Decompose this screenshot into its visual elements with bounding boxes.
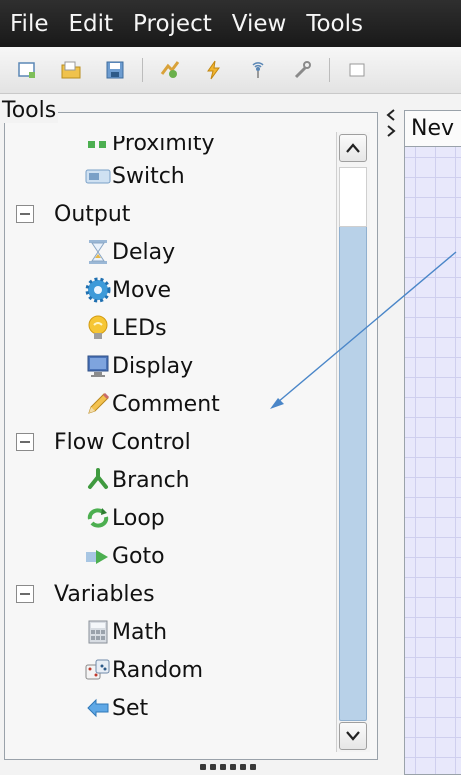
grip-dot [210, 764, 216, 770]
resize-grip[interactable] [200, 764, 264, 772]
tree-item-label: LEDs [112, 315, 167, 341]
tree-item-goto[interactable]: Goto [8, 537, 330, 575]
menu-project[interactable]: Project [133, 11, 212, 37]
menu-tools[interactable]: Tools [306, 11, 363, 37]
app-window: File Edit Project View Tools Tools Proxi… [0, 0, 461, 775]
grip-dot [200, 764, 206, 770]
goto-arrow-icon [84, 542, 112, 570]
tree-item-label: Comment [112, 391, 220, 417]
program-canvas[interactable] [404, 146, 461, 775]
tree-item-label: Delay [112, 239, 176, 265]
tree-item-leds[interactable]: LEDs [8, 309, 330, 347]
scroll-up-button[interactable] [339, 134, 367, 162]
tree-item-label: Branch [112, 467, 190, 493]
tree-item-label: Math [112, 619, 168, 645]
chevron-left-icon[interactable] [385, 108, 397, 122]
editor-tab[interactable]: Nev [404, 110, 461, 146]
tree-item-label: Loop [112, 505, 165, 531]
menu-bar: File Edit Project View Tools [0, 0, 461, 47]
tree-category-label: Variables [54, 581, 155, 607]
save-icon[interactable] [104, 59, 126, 81]
toolbar-separator [142, 58, 143, 82]
menu-view[interactable]: View [232, 11, 287, 37]
switch-icon [84, 162, 112, 190]
build-icon[interactable] [159, 59, 181, 81]
bulb-icon [84, 314, 112, 342]
tree-category-label: Output [54, 201, 131, 227]
tree-category-label: Flow Control [54, 429, 191, 455]
toolbar-separator [329, 58, 330, 82]
tree-item-label: Switch [112, 163, 185, 189]
scroll-down-button[interactable] [339, 722, 367, 750]
menu-file[interactable]: File [10, 11, 49, 37]
tree-item-set[interactable]: Set [8, 689, 330, 727]
extra-icon[interactable] [346, 59, 368, 81]
tree-item-move[interactable]: Move [8, 271, 330, 309]
tree-item-comment[interactable]: Comment [8, 385, 330, 423]
tree-item-label: Proximity [112, 136, 215, 156]
scroll-track-upper[interactable] [339, 167, 367, 227]
tree-item-label: Display [112, 353, 194, 379]
chevron-right-icon[interactable] [385, 124, 397, 138]
grip-dot [230, 764, 236, 770]
tools-panel-title: Tools [0, 98, 59, 123]
collapse-toggle-icon[interactable] [16, 433, 34, 451]
tree-item-display[interactable]: Display [8, 347, 330, 385]
dice-icon [84, 656, 112, 684]
new-project-icon[interactable] [16, 59, 38, 81]
calculator-icon [84, 618, 112, 646]
tree-item-switch[interactable]: Switch [8, 157, 330, 195]
tree-category-variables[interactable]: Variables [8, 575, 330, 613]
tree-item-loop[interactable]: Loop [8, 499, 330, 537]
chevron-down-icon [346, 731, 360, 741]
editor-panel: Nev [402, 110, 461, 775]
tree-category-output[interactable]: Output [8, 195, 330, 233]
tree-item-delay[interactable]: Delay [8, 233, 330, 271]
tools-icon[interactable] [291, 59, 313, 81]
collapse-toggle-icon[interactable] [16, 205, 34, 223]
panel-splitter[interactable] [384, 108, 398, 168]
tree-item-label: Move [112, 277, 171, 303]
menu-edit[interactable]: Edit [69, 11, 114, 37]
chevron-up-icon [346, 143, 360, 153]
grip-dot [250, 764, 256, 770]
set-arrow-icon [84, 694, 112, 722]
scroll-thumb[interactable] [339, 167, 367, 721]
monitor-icon [84, 352, 112, 380]
flash-icon[interactable] [203, 59, 225, 81]
branch-icon [84, 466, 112, 494]
tree-item-random[interactable]: Random [8, 651, 330, 689]
tools-tree: Proximity Switch Output Delay Move LEDs … [8, 136, 330, 754]
toolbar [0, 47, 461, 94]
proximity-icon [84, 136, 112, 157]
loop-icon [84, 504, 112, 532]
grip-dot [220, 764, 226, 770]
grip-dot [240, 764, 246, 770]
tools-scrollbar[interactable] [336, 132, 370, 752]
hourglass-icon [84, 238, 112, 266]
tree-item-label: Goto [112, 543, 165, 569]
collapse-toggle-icon[interactable] [16, 585, 34, 603]
pencil-icon [84, 390, 112, 418]
gear-icon [84, 276, 112, 304]
tree-item-math[interactable]: Math [8, 613, 330, 651]
tree-item-branch[interactable]: Branch [8, 461, 330, 499]
tree-item-label: Set [112, 695, 149, 721]
wireless-icon[interactable] [247, 59, 269, 81]
tree-item-label: Random [112, 657, 204, 683]
open-icon[interactable] [60, 59, 82, 81]
tree-category-flow-control[interactable]: Flow Control [8, 423, 330, 461]
